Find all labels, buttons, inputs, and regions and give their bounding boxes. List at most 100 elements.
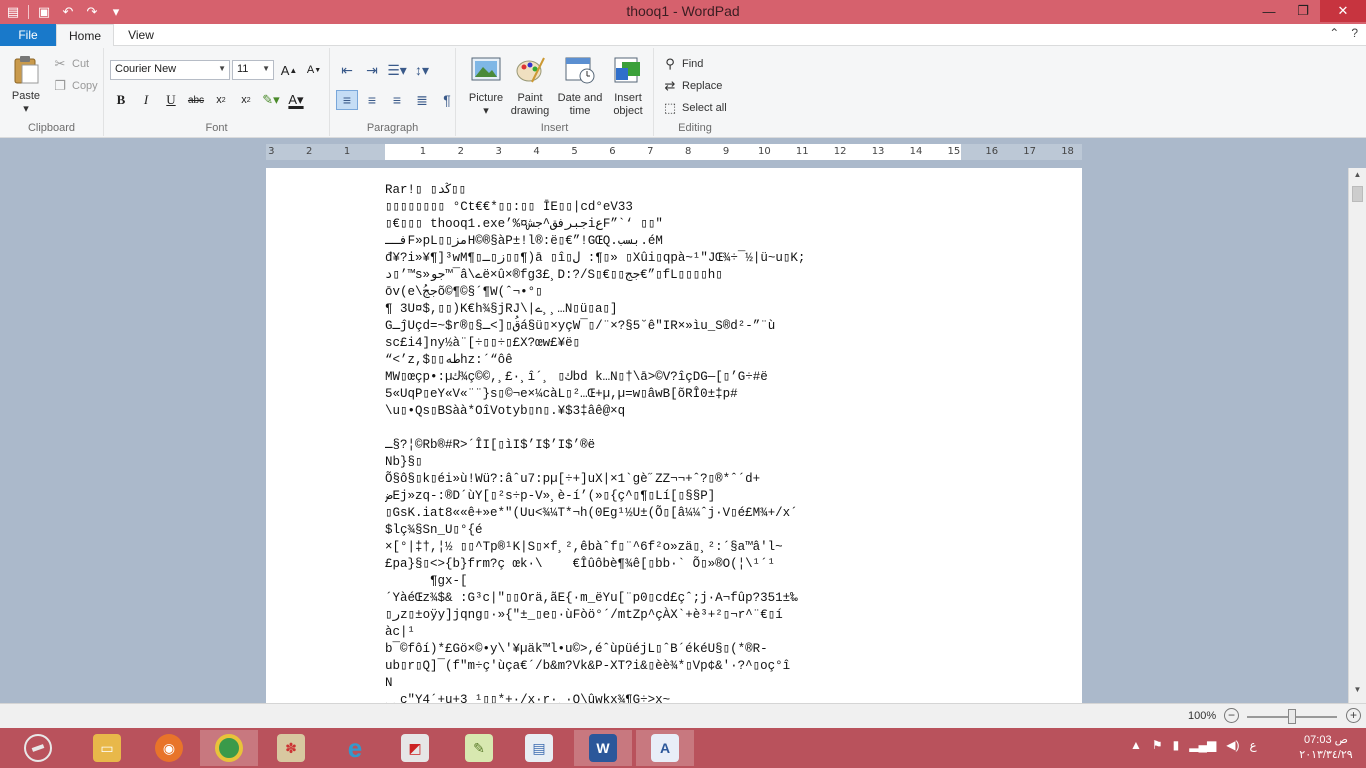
paragraph-settings-icon[interactable]: ¶	[436, 90, 458, 110]
document-line[interactable]: ▯▯▯▯▯▯▯▯ °Ct€€*▯▯:▯▯ ĪE▯▯|cd°eV33	[385, 199, 1025, 216]
strikethrough-icon[interactable]: abc	[185, 90, 207, 110]
document-line[interactable]: ▯€▯▯▯ thooq1.exe’%¤جبرفق^جشiعF”`‘ ▯▯"	[385, 216, 1025, 233]
taskbar-photo-app[interactable]: ◩	[386, 730, 444, 766]
decrease-indent-icon[interactable]: ⇤	[336, 60, 358, 80]
date-time-button[interactable]: Date and time	[554, 92, 606, 118]
superscript-icon[interactable]: x2	[235, 90, 257, 110]
tab-view[interactable]: View	[114, 24, 168, 47]
paint-drawing-button[interactable]: Paint drawing	[506, 92, 554, 118]
document-line[interactable]: GـĵUçd=~$r®▯§قُ▯[>ـá§ü▯×yçW¯▯/¨×?§5˘ê"IR…	[385, 318, 1025, 335]
start-icon[interactable]	[24, 734, 52, 762]
insert-object-button[interactable]: Insert object	[604, 92, 652, 118]
document-line[interactable]: ×[°|‡†,¦½ ▯▯^Tp®¹K|S▯×f¸²,êbàˆf▯¨^6f²o»z…	[385, 539, 1025, 556]
tab-home[interactable]: Home	[56, 24, 114, 47]
select-all-button[interactable]: ⬚ Select all	[662, 98, 727, 118]
document-line[interactable]: “<’z,$▯▯طهhz:´“ôê	[385, 352, 1025, 369]
document-line[interactable]: ضEj»zq-:®D´ùY[▯²s÷p-V»¸è-í’(»▯{ç^▯¶▯Lí[▯…	[385, 488, 1025, 505]
document-line[interactable]: فــF»pL▯▯مزH©®§àP±!l®:ë▯€”!GŒQ.بسب.éM	[385, 233, 1025, 250]
volume-icon[interactable]: ◀)	[1226, 738, 1239, 752]
cut-button[interactable]: ✂ Cut	[52, 54, 90, 74]
picture-icon[interactable]	[470, 54, 502, 86]
shrink-font-icon[interactable]: A ▼	[303, 60, 325, 80]
align-left-icon[interactable]: ≡	[336, 90, 358, 110]
document-line[interactable]: ¶gx-[	[385, 573, 1025, 590]
document-text[interactable]: Rar!▯ ▯ڭد▯▯ ▯▯▯▯▯▯▯▯ °Ct€€*▯▯:▯▯ ĪE▯▯|cd°…	[385, 182, 1025, 703]
document-line[interactable]: N	[385, 675, 1025, 692]
vertical-scrollbar[interactable]: ▲ ▼	[1348, 168, 1366, 703]
close-button[interactable]: ✕	[1320, 0, 1366, 22]
grow-font-icon[interactable]: A ▲	[278, 60, 300, 80]
taskbar-firefox[interactable]: ◉	[140, 730, 198, 766]
highlight-icon[interactable]: ✎▾	[260, 90, 282, 110]
align-center-icon[interactable]: ≡	[361, 90, 383, 110]
justify-icon[interactable]: ≣	[411, 90, 433, 110]
zoom-slider-thumb[interactable]	[1288, 709, 1296, 724]
document-line[interactable]: ub▯r▯Q]¯(f"m÷ç'ùça€´/b&m?Vk&P-XT?i&▯èè¾*…	[385, 658, 1025, 675]
scroll-up-icon[interactable]: ▲	[1349, 170, 1366, 186]
taskbar-notepad[interactable]: ✎	[450, 730, 508, 766]
paste-dropdown-icon[interactable]: ▾	[6, 103, 46, 116]
document-line[interactable]: đ¥?i»¥¶]³wM¶▯ز▯ـ▯▯¶)ā ▯î▯ل :¶▯» ▯Xûi▯qpà…	[385, 250, 1025, 267]
minimize-button[interactable]: —	[1252, 0, 1286, 22]
input-language[interactable]: ع	[1249, 738, 1256, 752]
help-icon[interactable]: ?	[1351, 26, 1358, 40]
document-line[interactable]: ōv(e\ججُõ©¶©§´¶W(ˆ¬•°▯	[385, 284, 1025, 301]
underline-icon[interactable]: U	[160, 90, 182, 110]
replace-button[interactable]: ⇄ Replace	[662, 76, 723, 96]
document-line[interactable]: $lç¾§Sn_U▯°{é	[385, 522, 1025, 539]
paste-button[interactable]: Paste	[6, 90, 46, 103]
document-line[interactable]: ـ§?¦©Rb®#R>´ÎI[▯ìI$’I$’I$’®ë	[385, 437, 1025, 454]
taskbar-paint[interactable]: ✽	[262, 730, 320, 766]
document-line[interactable]: ¶ 3U¤$,▯▯)K€h¾§jRJ\|ے¸¸…N▯ü▯a▯]	[385, 301, 1025, 318]
restore-button[interactable]: ❐	[1286, 0, 1320, 22]
scroll-thumb[interactable]	[1352, 186, 1363, 202]
calendar-clock-icon[interactable]	[564, 54, 596, 86]
font-family-select[interactable]: Courier New ▼	[110, 60, 230, 80]
document-line[interactable]: \u▯•Qs▯BSàà*OîVotyb▯n▯.¥$3‡âê@×q	[385, 403, 1025, 420]
document-line[interactable]: MW▯œçp•:µك¾ç©©,¸£·¸î´¸ ▯كbd k…N▯†\ā>©V?î…	[385, 369, 1025, 386]
minimize-ribbon-icon[interactable]: ⌃	[1329, 26, 1339, 40]
document-line[interactable]	[385, 420, 1025, 437]
picture-button[interactable]: Picture ▾	[462, 92, 510, 118]
document-line[interactable]: àc|¹	[385, 624, 1025, 641]
document-line[interactable]: 5«UqP▯eY«V«¨¨}s▯©¬e×¼càL▯²…Œ+µ,µ=w▯âwB[õ…	[385, 386, 1025, 403]
document-line[interactable]: £pa}§▯<>{b}frm?ç œk·\ €Îûôbè¶¾ê[▯bb·` Õ▯…	[385, 556, 1025, 573]
taskbar-chrome[interactable]	[200, 730, 258, 766]
document-line[interactable]: ¸¸ç"Y4´+u+3 ¹▯▯*+·/x·r·¸·Q\ûwkx¾¶G÷>x~	[385, 692, 1025, 703]
paste-icon[interactable]	[10, 54, 42, 86]
document-line[interactable]: Rar!▯ ▯ڭد▯▯	[385, 182, 1025, 199]
system-clock[interactable]: 07:03 ص ٢٠١٣/٣٤/٢٩	[1296, 733, 1356, 763]
taskbar-word[interactable]: W	[574, 730, 632, 766]
taskbar-file-explorer[interactable]: ▭	[78, 730, 136, 766]
power-icon[interactable]: ▮	[1173, 738, 1180, 752]
network-signal-icon[interactable]: ▂▄▆	[1189, 738, 1216, 752]
insert-object-icon[interactable]	[612, 54, 644, 86]
increase-indent-icon[interactable]: ⇥	[361, 60, 383, 80]
taskbar-wordpad-alt[interactable]: ▤	[510, 730, 568, 766]
document-line[interactable]: ´YàéŒz¾$& :G³c|"▯▯Orä,ãE{·m_ëYu[¨p0▯cd£ç…	[385, 590, 1025, 607]
zoom-in-icon[interactable]: +	[1346, 708, 1361, 723]
font-size-select[interactable]: 11 ▼	[232, 60, 274, 80]
show-hidden-icons-icon[interactable]: ▲	[1130, 738, 1142, 752]
align-right-icon[interactable]: ≡	[386, 90, 408, 110]
copy-button[interactable]: ❐ Copy	[52, 76, 98, 96]
bullet-list-icon[interactable]: ☰▾	[386, 60, 408, 80]
action-center-flag-icon[interactable]: ⚑	[1152, 738, 1163, 752]
document-line[interactable]: Nb}§▯	[385, 454, 1025, 471]
document-line[interactable]: Õ§ô§▯k▯éi»ù!Wü?:âˆu7:pµ[÷+]uX|×1`gè˝ZZ¬¬…	[385, 471, 1025, 488]
subscript-icon[interactable]: x2	[210, 90, 232, 110]
line-spacing-icon[interactable]: ↕▾	[411, 60, 433, 80]
bold-icon[interactable]: B	[110, 90, 132, 110]
document-line[interactable]: ▯GsK.iat8««ê+»e*"(Uu<¾¼T*¬h(0Eg¹½U±(Õ▯[â…	[385, 505, 1025, 522]
taskbar-internet-explorer[interactable]: e	[326, 730, 384, 766]
tab-file[interactable]: File	[0, 24, 56, 47]
taskbar-wordpad[interactable]: A	[636, 730, 694, 766]
font-color-icon[interactable]: A▾	[285, 90, 307, 110]
document-page[interactable]: Rar!▯ ▯ڭد▯▯ ▯▯▯▯▯▯▯▯ °Ct€€*▯▯:▯▯ ĪE▯▯|cd°…	[266, 168, 1082, 703]
scroll-down-icon[interactable]: ▼	[1349, 685, 1366, 701]
document-line[interactable]: b¯©fôí)*£Gö×©•y\'¥µäk™l•u©>,éˆùpüéjL▯ˆB´…	[385, 641, 1025, 658]
document-line[interactable]: sc£i4]ny½à¨[÷▯▯÷▯£X?œw£¥ë▯	[385, 335, 1025, 352]
paint-drawing-icon[interactable]	[514, 54, 546, 86]
document-line[interactable]: ▯رz▯±oÿy]jqng▯·»{"±_▯e▯·ùFòö°´/mtZp^çÀX`…	[385, 607, 1025, 624]
zoom-out-icon[interactable]: −	[1224, 708, 1239, 723]
